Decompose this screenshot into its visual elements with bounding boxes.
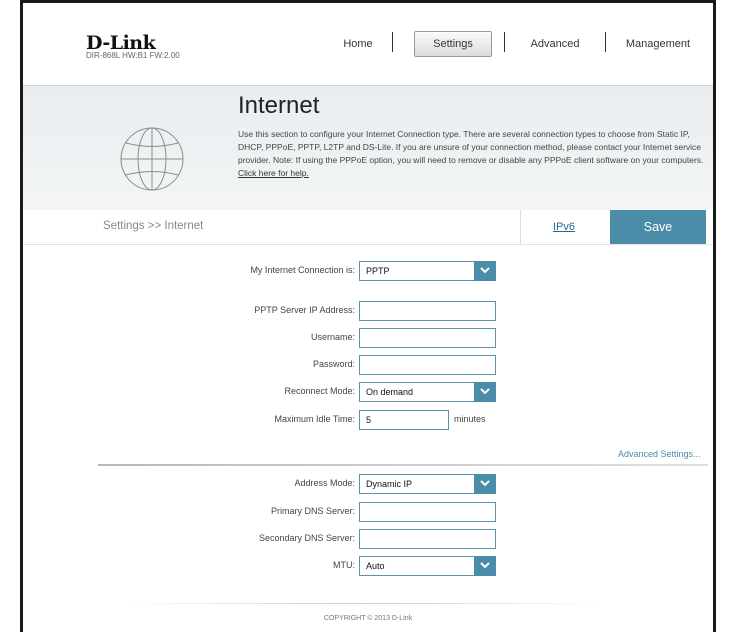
secondary-dns-input[interactable] xyxy=(359,529,496,549)
mtu-select[interactable]: Auto xyxy=(359,556,496,576)
nav-separator xyxy=(605,32,606,52)
address-mode-select[interactable]: Dynamic IP xyxy=(359,474,496,494)
globe-icon xyxy=(120,127,184,191)
secondary-dns-label: Secondary DNS Server: xyxy=(258,533,355,543)
connection-type-row: My Internet Connection is: PPTP xyxy=(23,261,713,281)
username-label: Username: xyxy=(310,332,355,342)
reconnect-mode-select[interactable]: On demand xyxy=(359,382,496,402)
chevron-down-icon xyxy=(474,382,496,402)
username-row: Username: xyxy=(23,328,713,348)
header: D-Link DIR-868L HW:B1 FW:2.00 Home Setti… xyxy=(23,3,713,85)
section-divider xyxy=(98,464,708,466)
page-title: Internet xyxy=(238,92,320,119)
primary-dns-input[interactable] xyxy=(359,502,496,522)
chevron-down-icon xyxy=(474,261,496,281)
reconnect-mode-value: On demand xyxy=(366,387,414,397)
connection-type-value: PPTP xyxy=(366,266,390,276)
page-description: Use this section to configure your Inter… xyxy=(238,128,708,180)
nav-separator xyxy=(504,32,505,52)
nav-separator xyxy=(392,32,393,52)
nav-settings[interactable]: Settings xyxy=(414,31,492,57)
server-ip-input[interactable] xyxy=(359,301,496,321)
nav-advanced[interactable]: Advanced xyxy=(520,32,590,56)
connection-type-select[interactable]: PPTP xyxy=(359,261,496,281)
main-nav: Home Settings Advanced Management xyxy=(23,30,713,58)
address-mode-value: Dynamic IP xyxy=(366,479,413,489)
server-ip-label: PPTP Server IP Address: xyxy=(254,305,355,315)
password-label: Password: xyxy=(312,359,355,369)
mtu-value: Auto xyxy=(366,561,385,571)
password-input[interactable] xyxy=(359,355,496,375)
footer-divider xyxy=(123,603,603,604)
mtu-label: MTU: xyxy=(333,560,355,570)
idle-time-row: Maximum Idle Time: 5 minutes xyxy=(23,410,713,430)
connection-type-label: My Internet Connection is: xyxy=(250,265,355,275)
idle-time-unit: minutes xyxy=(454,414,486,424)
idle-time-input[interactable]: 5 xyxy=(359,410,449,430)
idle-time-label: Maximum Idle Time: xyxy=(274,414,355,424)
secondary-dns-row: Secondary DNS Server: xyxy=(23,529,713,549)
copyright-text: COPYRIGHT © 2013 D-Link xyxy=(323,615,413,622)
chevron-down-icon xyxy=(474,556,496,576)
ipv6-link[interactable]: IPv6 xyxy=(520,210,607,244)
advanced-settings-link[interactable]: Advanced Settings... xyxy=(618,449,701,459)
username-input[interactable] xyxy=(359,328,496,348)
page-banner: Internet Use this section to configure y… xyxy=(23,85,713,211)
router-page: D-Link DIR-868L HW:B1 FW:2.00 Home Setti… xyxy=(20,0,716,632)
breadcrumb: Settings >> Internet xyxy=(103,220,204,232)
address-mode-row: Address Mode: Dynamic IP xyxy=(23,474,713,494)
reconnect-mode-row: Reconnect Mode: On demand xyxy=(23,382,713,402)
nav-home[interactable]: Home xyxy=(328,32,388,56)
description-text: Use this section to configure your Inter… xyxy=(238,129,704,165)
help-link[interactable]: Click here for help. xyxy=(238,168,309,178)
save-button[interactable]: Save xyxy=(610,210,706,244)
server-ip-row: PPTP Server IP Address: xyxy=(23,301,713,321)
chevron-down-icon xyxy=(474,474,496,494)
primary-dns-row: Primary DNS Server: xyxy=(23,502,713,522)
primary-dns-label: Primary DNS Server: xyxy=(270,506,355,516)
password-row: Password: xyxy=(23,355,713,375)
address-mode-label: Address Mode: xyxy=(294,478,355,488)
reconnect-mode-label: Reconnect Mode: xyxy=(284,386,355,396)
nav-management[interactable]: Management xyxy=(618,32,698,56)
mtu-row: MTU: Auto xyxy=(23,556,713,576)
breadcrumb-bar: Settings >> Internet IPv6 Save xyxy=(23,210,713,245)
